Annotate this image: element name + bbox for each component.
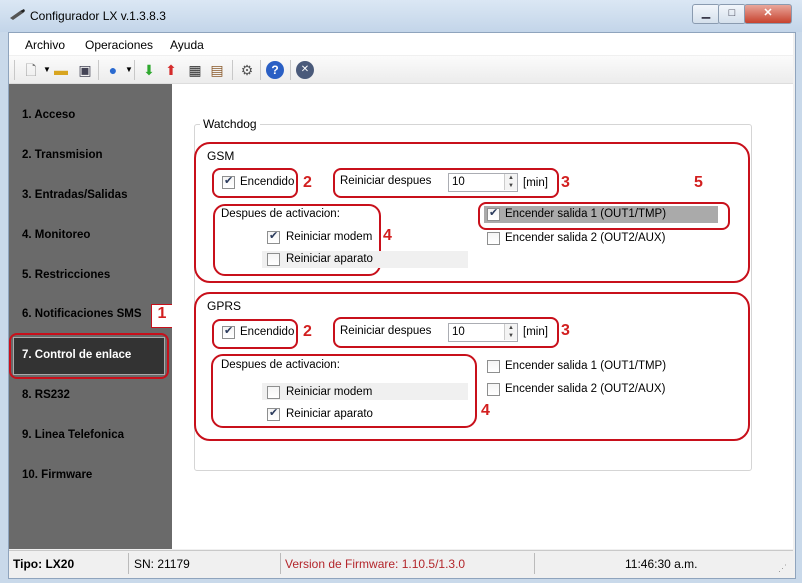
- gsm-reiniciar-modem-label: Reiniciar modem: [286, 231, 373, 243]
- dropdown-arrow-icon[interactable]: ▼: [120, 61, 138, 79]
- toolbar-separator: [290, 60, 291, 80]
- sidebar-item-acceso[interactable]: 1. Acceso: [22, 109, 75, 121]
- toolbar-grip: [14, 60, 15, 80]
- gprs-salida2-label: Encender salida 2 (OUT2/AUX): [505, 383, 666, 395]
- gprs-despues-label: Despues de activacion:: [221, 359, 340, 371]
- gprs-encendido-checkbox[interactable]: [222, 324, 235, 339]
- gear-icon[interactable]: ⚙: [238, 61, 256, 79]
- sidebar-item-transmision[interactable]: 2. Transmision: [22, 149, 103, 161]
- status-time: 11:46:30 a.m.: [625, 557, 698, 571]
- toolbar-separator: [260, 60, 261, 80]
- gsm-despues-label: Despues de activacion:: [221, 208, 340, 220]
- gsm-reiniciar-aparato-label: Reiniciar aparato: [286, 253, 373, 265]
- sidebar-item-control-de-enlace[interactable]: 7. Control de enlace: [22, 349, 131, 361]
- spin-up-icon[interactable]: ▲: [504, 324, 517, 332]
- sidebar-item-firmware[interactable]: 10. Firmware: [22, 469, 92, 481]
- menu-ayuda[interactable]: Ayuda: [170, 38, 204, 52]
- gsm-title: GSM: [204, 149, 238, 163]
- disconnect-icon[interactable]: ✕: [296, 61, 314, 79]
- gprs-reiniciar-modem-checkbox[interactable]: [267, 386, 280, 399]
- status-separator: [534, 553, 535, 574]
- sidebar-item-notificaciones-sms[interactable]: 6. Notificaciones SMS: [22, 308, 142, 320]
- book-icon[interactable]: ▤: [208, 61, 226, 79]
- resize-grip-icon[interactable]: ⋰: [778, 563, 787, 574]
- gsm-salida1-label: Encender salida 1 (OUT1/TMP): [505, 208, 667, 220]
- status-sn: SN: 21179: [134, 557, 190, 571]
- gprs-reiniciar-spinner[interactable]: 10 ▲ ▼: [448, 323, 518, 342]
- spin-down-icon[interactable]: ▼: [504, 332, 517, 340]
- toolbar-separator: [134, 60, 135, 80]
- download-icon[interactable]: ⬇: [140, 61, 158, 79]
- help-icon[interactable]: ?: [266, 61, 284, 79]
- open-folder-icon[interactable]: ▬: [52, 61, 70, 79]
- annotation-label-4: 4: [481, 402, 490, 419]
- window-title: Configurador LX v.1.3.8.3: [30, 9, 166, 23]
- annotation-label-5: 5: [694, 174, 703, 191]
- maximize-button[interactable]: □: [718, 4, 746, 24]
- gsm-salida2-label: Encender salida 2 (OUT2/AUX): [505, 232, 666, 244]
- gsm-reiniciar-value: 10: [452, 176, 465, 188]
- gprs-reiniciar-modem-label: Reiniciar modem: [286, 386, 373, 398]
- gsm-reiniciar-aparato-checkbox[interactable]: [267, 253, 280, 266]
- gprs-encendido-label: Encendido: [240, 326, 295, 338]
- close-button[interactable]: ✕: [744, 4, 792, 24]
- spin-up-icon[interactable]: ▲: [504, 174, 517, 182]
- upload-icon[interactable]: ⬆: [162, 61, 180, 79]
- status-separator: [280, 553, 281, 574]
- gprs-unit: [min]: [523, 326, 548, 338]
- sidebar-item-linea-telefonica[interactable]: 9. Linea Telefonica: [22, 429, 124, 441]
- save-icon[interactable]: ▣: [76, 61, 94, 79]
- gsm-encendido-checkbox[interactable]: [222, 174, 235, 189]
- gprs-reiniciar-aparato-label: Reiniciar aparato: [286, 408, 373, 420]
- minimize-button[interactable]: ▁: [692, 4, 720, 24]
- menu-archivo[interactable]: Archivo: [25, 38, 65, 52]
- annotation-label-4: 4: [383, 227, 392, 244]
- sidebar-item-restricciones[interactable]: 5. Restricciones: [22, 269, 110, 281]
- gprs-title: GPRS: [204, 299, 245, 313]
- toolbar-separator: [232, 60, 233, 80]
- menu-operaciones[interactable]: Operaciones: [85, 38, 153, 52]
- gsm-reiniciar-spinner[interactable]: 10 ▲ ▼: [448, 173, 518, 192]
- gprs-reiniciar-label: Reiniciar despues: [340, 325, 432, 337]
- annotation-label-2: 2: [303, 323, 312, 340]
- annotation-label-3: 3: [561, 174, 570, 191]
- gprs-reiniciar-value: 10: [452, 326, 465, 338]
- annotation-label-1: 1: [151, 304, 173, 328]
- status-separator: [128, 553, 129, 574]
- gsm-reiniciar-modem-checkbox[interactable]: [267, 229, 280, 244]
- gsm-salida2-checkbox[interactable]: [487, 232, 500, 245]
- status-firmware: Version de Firmware: 1.10.5/1.3.0: [285, 557, 466, 571]
- status-tipo: Tipo: LX20: [13, 557, 75, 571]
- gsm-salida1-checkbox[interactable]: [487, 206, 500, 221]
- annotation-label-2: 2: [303, 174, 312, 191]
- sidebar-item-entradas-salidas[interactable]: 3. Entradas/Salidas: [22, 189, 127, 201]
- gsm-reiniciar-label: Reiniciar despues: [340, 175, 432, 187]
- annotation-label-3: 3: [561, 322, 570, 339]
- gprs-reiniciar-aparato-checkbox[interactable]: [267, 406, 280, 421]
- spin-down-icon[interactable]: ▼: [504, 182, 517, 190]
- gprs-salida1-label: Encender salida 1 (OUT1/TMP): [505, 360, 667, 372]
- gprs-salida2-checkbox[interactable]: [487, 383, 500, 396]
- watchdog-title: Watchdog: [200, 117, 260, 131]
- gsm-unit: [min]: [523, 177, 548, 189]
- app-icon: [10, 9, 25, 20]
- calendar-icon[interactable]: ▦: [186, 61, 204, 79]
- toolbar-separator: [98, 60, 99, 80]
- sidebar-item-rs232[interactable]: 8. RS232: [22, 389, 70, 401]
- gsm-encendido-label: Encendido: [240, 176, 295, 188]
- gprs-salida1-checkbox[interactable]: [487, 360, 500, 373]
- sidebar-item-monitoreo[interactable]: 4. Monitoreo: [22, 229, 90, 241]
